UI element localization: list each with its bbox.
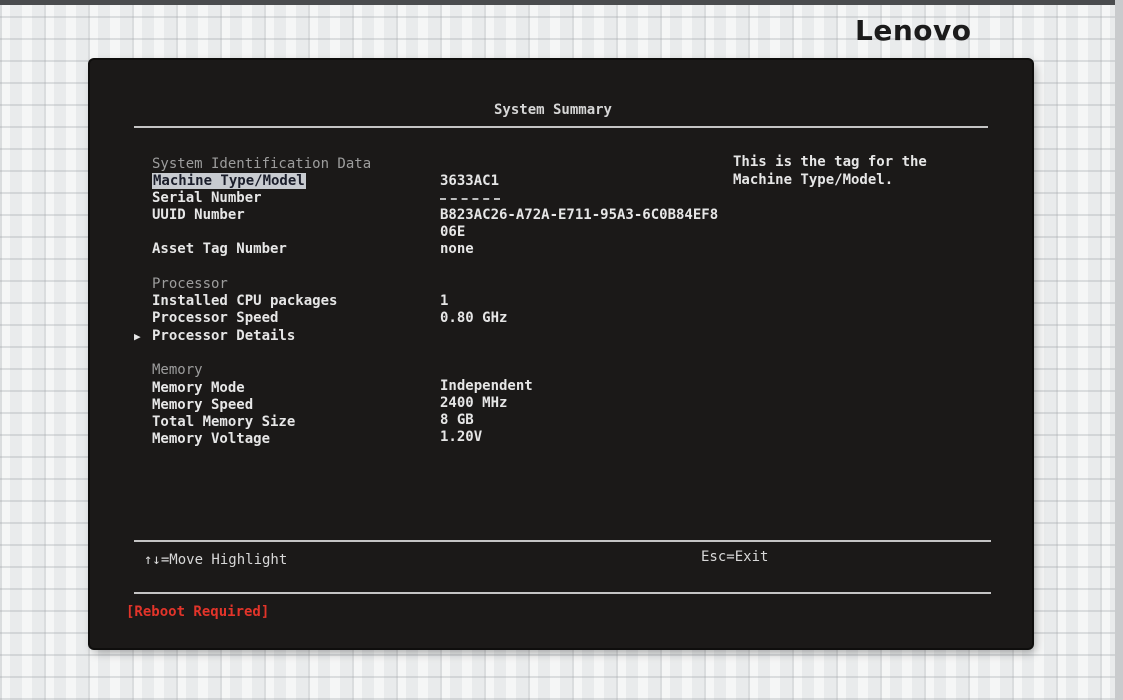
uuid-label: UUID Number: [152, 207, 245, 223]
cpu-packages-label: Installed CPU packages: [152, 293, 338, 309]
memory-mode-value: Independent: [440, 378, 533, 394]
memory-speed-label: Memory Speed: [152, 397, 254, 413]
machine-type-label: Machine Type/Model: [152, 173, 306, 189]
memory-voltage-label: Memory Voltage: [152, 431, 271, 447]
memory-size-label: Total Memory Size: [152, 414, 296, 430]
page-title: System Summary: [493, 102, 612, 118]
serial-number-blank: [440, 198, 500, 200]
machine-type-item[interactable]: Machine Type/Model: [152, 173, 306, 190]
asset-tag-value: none: [440, 241, 474, 257]
memory-speed-value: 2400 MHz: [440, 395, 508, 411]
section-heading-processor: Processor: [152, 276, 228, 292]
reboot-required-status: [Reboot Required]: [126, 604, 270, 620]
serial-number-label: Serial Number: [152, 190, 262, 206]
wall-top-shade: [0, 0, 1123, 5]
submenu-arrow-icon: ▶: [134, 330, 141, 343]
lenovo-logo: Lenovo: [855, 14, 972, 47]
help-text: This is the tag for the Machine Type/Mod…: [733, 154, 927, 188]
footer-divider-bottom: [134, 592, 991, 594]
footer-divider-top: [134, 540, 991, 542]
memory-voltage-value: 1.20V: [440, 429, 483, 445]
esc-exit-hint[interactable]: Esc=Exit: [701, 549, 768, 565]
memory-mode-label: Memory Mode: [152, 380, 245, 396]
processor-speed-label: Processor Speed: [152, 310, 279, 326]
uuid-value-line1: B823AC26-A72A-E711-95A3-6C0B84EF8: [440, 207, 719, 223]
uuid-value-line2: 06E: [440, 224, 466, 240]
processor-details-link[interactable]: Processor Details: [152, 328, 295, 345]
cpu-packages-value: 1: [440, 293, 449, 309]
section-heading-identification: System Identification Data: [152, 156, 372, 172]
section-heading-memory: Memory: [152, 362, 203, 378]
asset-tag-label: Asset Tag Number: [152, 241, 287, 257]
title-divider: [134, 126, 988, 128]
wall-right-edge: [1115, 0, 1123, 700]
machine-type-value: 3633AC1: [440, 173, 500, 189]
memory-size-value: 8 GB: [440, 412, 474, 428]
bios-screen: System Summary System Identification Dat…: [90, 60, 1032, 648]
move-highlight-hint: ↑↓=Move Highlight: [144, 552, 288, 568]
processor-speed-value: 0.80 GHz: [440, 310, 508, 326]
